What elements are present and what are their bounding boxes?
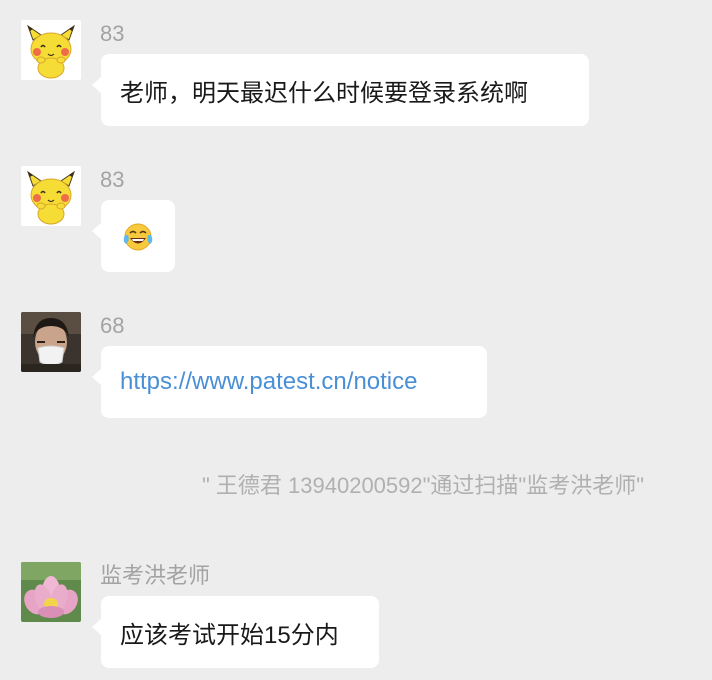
message-bubble[interactable]: 老师，明天最迟什么时候要登录系统啊 [92, 54, 589, 126]
yellow-cartoon-creature-avatar[interactable] [21, 166, 81, 226]
system-notice: " 王德君 13940200592"通过扫描"监考洪老师" [202, 473, 645, 498]
pink-flower-photo-avatar[interactable] [21, 562, 81, 622]
sender-name: 83 [100, 167, 125, 192]
sender-name: 83 [100, 21, 125, 46]
message-text: 应该考试开始15分内 [120, 621, 339, 649]
notice-link[interactable]: https://www.patest.cn/notice [120, 368, 417, 396]
yellow-cartoon-creature-avatar[interactable] [21, 20, 81, 80]
masked-person-photo-avatar[interactable] [21, 312, 81, 372]
sender-name: 68 [100, 313, 125, 338]
chat-message-list[interactable]: 83 老师，明天最迟什么时候要登录系统啊 83 68 https://www.p… [0, 0, 712, 680]
message-bubble[interactable] [92, 200, 175, 272]
message-bubble[interactable]: 应该考试开始15分内 [92, 596, 379, 668]
message-text: 老师，明天最迟什么时候要登录系统啊 [120, 79, 528, 107]
sender-name: 监考洪老师 [100, 563, 211, 588]
message-bubble[interactable]: https://www.patest.cn/notice [92, 346, 487, 418]
tears-of-joy-emoji-icon [121, 219, 155, 253]
